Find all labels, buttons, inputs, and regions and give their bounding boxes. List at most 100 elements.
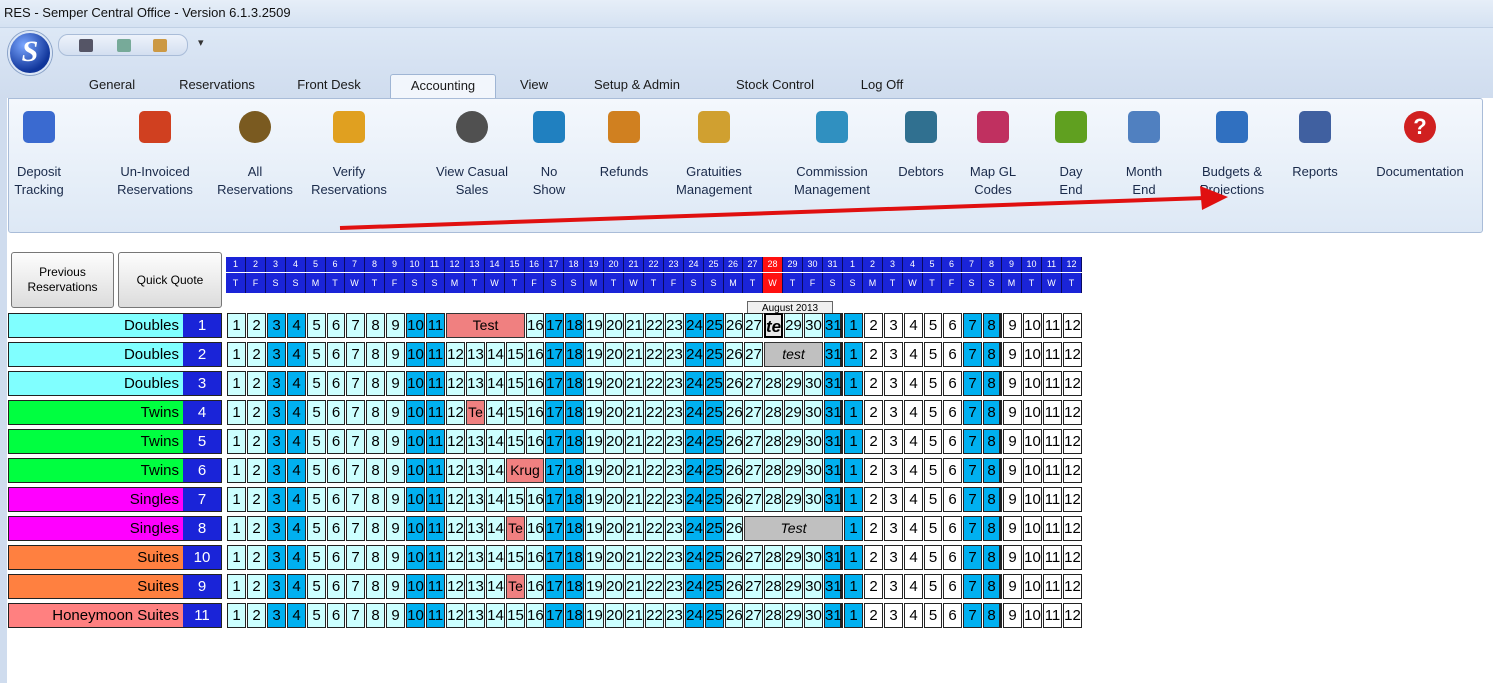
weekday-header[interactable]: S bbox=[843, 273, 863, 293]
day-cell[interactable]: 4 bbox=[904, 458, 923, 483]
day-cell[interactable]: 7 bbox=[963, 487, 982, 512]
day-cell[interactable]: 7 bbox=[346, 371, 365, 396]
day-cell[interactable]: 20 bbox=[605, 516, 624, 541]
day-cell[interactable]: 9 bbox=[1003, 313, 1022, 338]
day-cell[interactable]: 18 bbox=[565, 574, 584, 599]
day-cell[interactable]: 5 bbox=[307, 371, 326, 396]
day-cell[interactable]: 4 bbox=[904, 516, 923, 541]
day-cell[interactable]: 9 bbox=[386, 342, 405, 367]
day-cell[interactable]: 17 bbox=[545, 516, 564, 541]
day-cell[interactable]: 3 bbox=[884, 371, 903, 396]
day-cell[interactable]: 1 bbox=[227, 487, 246, 512]
day-cell[interactable]: 10 bbox=[1023, 487, 1042, 512]
day-cell[interactable]: 11 bbox=[426, 545, 445, 570]
weekday-header[interactable]: T bbox=[783, 273, 803, 293]
day-cell[interactable]: 2 bbox=[247, 574, 266, 599]
day-cell[interactable]: 11 bbox=[1043, 458, 1062, 483]
day-cell[interactable]: 14 bbox=[486, 342, 505, 367]
day-cell[interactable]: 27 bbox=[744, 400, 763, 425]
day-cell[interactable]: 2 bbox=[247, 313, 266, 338]
day-cell[interactable]: 12 bbox=[1063, 313, 1082, 338]
day-cell[interactable]: 6 bbox=[327, 603, 345, 628]
day-cell[interactable]: 25 bbox=[705, 342, 724, 367]
day-cell[interactable]: 2 bbox=[864, 458, 883, 483]
day-cell[interactable]: 12 bbox=[446, 574, 465, 599]
day-cell[interactable]: 13 bbox=[466, 545, 485, 570]
day-cell[interactable]: 15 bbox=[506, 429, 525, 454]
day-cell[interactable]: 9 bbox=[1003, 574, 1022, 599]
day-cell[interactable]: 19 bbox=[585, 342, 604, 367]
day-cell[interactable]: 1 bbox=[227, 545, 246, 570]
day-cell[interactable]: 10 bbox=[1023, 574, 1042, 599]
day-cell[interactable]: 15 bbox=[506, 342, 525, 367]
day-cell[interactable]: 26 bbox=[725, 516, 743, 541]
day-cell[interactable]: 3 bbox=[884, 487, 903, 512]
day-cell[interactable]: 21 bbox=[625, 429, 644, 454]
day-cell[interactable]: 10 bbox=[406, 603, 425, 628]
day-cell[interactable]: 2 bbox=[247, 342, 266, 367]
day-cell[interactable]: 4 bbox=[904, 487, 923, 512]
weekday-header[interactable]: S bbox=[982, 273, 1002, 293]
day-cell[interactable]: 9 bbox=[1003, 516, 1022, 541]
day-cell[interactable]: 23 bbox=[665, 342, 684, 367]
day-cell[interactable]: 7 bbox=[963, 342, 982, 367]
day-cell[interactable]: 24 bbox=[685, 603, 704, 628]
day-number-header[interactable]: 19 bbox=[584, 257, 604, 272]
day-cell[interactable]: 24 bbox=[685, 371, 704, 396]
day-cell[interactable]: 1 bbox=[227, 342, 246, 367]
day-cell[interactable]: 3 bbox=[267, 487, 286, 512]
day-cell[interactable]: 18 bbox=[565, 429, 584, 454]
day-cell[interactable]: 17 bbox=[545, 458, 564, 483]
day-number-header[interactable]: 27 bbox=[743, 257, 763, 272]
weekday-header[interactable]: S bbox=[266, 273, 286, 293]
weekday-header[interactable]: T bbox=[505, 273, 525, 293]
day-cell[interactable]: 13 bbox=[466, 458, 485, 483]
day-cell[interactable]: 26 bbox=[725, 545, 743, 570]
day-cell[interactable]: 10 bbox=[406, 400, 425, 425]
weekday-header[interactable]: M bbox=[863, 273, 883, 293]
day-cell[interactable]: 16 bbox=[526, 371, 544, 396]
day-number-header[interactable]: 24 bbox=[684, 257, 704, 272]
day-cell[interactable]: 10 bbox=[406, 574, 425, 599]
day-cell[interactable]: 7 bbox=[963, 603, 982, 628]
day-cell[interactable]: 9 bbox=[1003, 429, 1022, 454]
day-cell[interactable]: 29 bbox=[784, 458, 803, 483]
day-number-header[interactable]: 3 bbox=[883, 257, 903, 272]
day-cell[interactable]: 8 bbox=[366, 400, 385, 425]
day-cell[interactable]: 13 bbox=[466, 371, 485, 396]
day-cell[interactable]: 8 bbox=[366, 574, 385, 599]
day-cell[interactable]: 12 bbox=[446, 516, 465, 541]
day-cell[interactable]: 10 bbox=[406, 313, 425, 338]
day-cell[interactable]: 14 bbox=[486, 429, 505, 454]
day-cell[interactable]: 20 bbox=[605, 545, 624, 570]
day-cell[interactable]: 29 bbox=[784, 400, 803, 425]
day-cell[interactable]: 3 bbox=[267, 516, 286, 541]
day-cell[interactable]: 25 bbox=[705, 458, 724, 483]
day-cell[interactable]: 1 bbox=[844, 574, 863, 599]
weekday-header[interactable]: S bbox=[962, 273, 982, 293]
day-cell[interactable]: 19 bbox=[585, 458, 604, 483]
day-number-header[interactable]: 17 bbox=[544, 257, 564, 272]
day-cell[interactable]: 7 bbox=[963, 400, 982, 425]
day-cell[interactable]: 22 bbox=[645, 458, 664, 483]
day-cell[interactable]: 3 bbox=[884, 313, 903, 338]
day-cell[interactable]: 22 bbox=[645, 545, 664, 570]
day-cell[interactable]: 2 bbox=[864, 371, 883, 396]
day-cell[interactable]: 14 bbox=[486, 371, 505, 396]
day-cell[interactable]: 10 bbox=[1023, 342, 1042, 367]
weekday-header[interactable]: W bbox=[903, 273, 923, 293]
day-cell[interactable]: 11 bbox=[1043, 574, 1062, 599]
ribbon-button-map-gl[interactable]: Map GL Codes bbox=[961, 103, 1025, 199]
day-cell[interactable]: 4 bbox=[287, 458, 306, 483]
weekday-header[interactable]: S bbox=[544, 273, 564, 293]
day-cell[interactable]: 5 bbox=[924, 400, 942, 425]
day-cell[interactable]: 1 bbox=[844, 487, 863, 512]
day-cell[interactable]: 17 bbox=[545, 603, 564, 628]
day-cell[interactable]: 4 bbox=[287, 516, 306, 541]
day-cell[interactable]: 24 bbox=[685, 516, 704, 541]
day-cell[interactable]: 18 bbox=[565, 371, 584, 396]
day-cell[interactable]: 5 bbox=[924, 429, 942, 454]
day-cell[interactable]: 3 bbox=[267, 458, 286, 483]
day-cell[interactable]: 22 bbox=[645, 342, 664, 367]
day-cell[interactable]: 20 bbox=[605, 342, 624, 367]
